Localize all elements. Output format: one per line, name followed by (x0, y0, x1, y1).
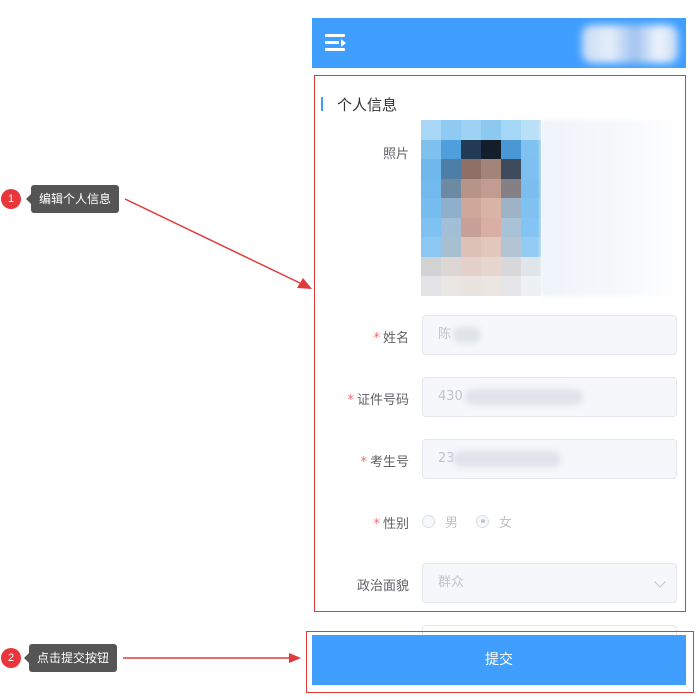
annotation-tip-2: 点击提交按钮 (23, 644, 118, 672)
annotation-frame-form (314, 75, 686, 612)
annotation-frame-submit (306, 631, 694, 693)
menu-fold-icon[interactable] (325, 34, 347, 52)
annotation-tip-1: 编辑个人信息 (25, 185, 120, 213)
app-header (312, 18, 686, 68)
arrow-1 (124, 198, 312, 289)
annotation-badge-1: 1 (1, 189, 21, 209)
arrow-2 (123, 653, 301, 663)
user-info-blurred[interactable] (582, 25, 678, 63)
annotation-badge-2: 2 (1, 648, 21, 668)
